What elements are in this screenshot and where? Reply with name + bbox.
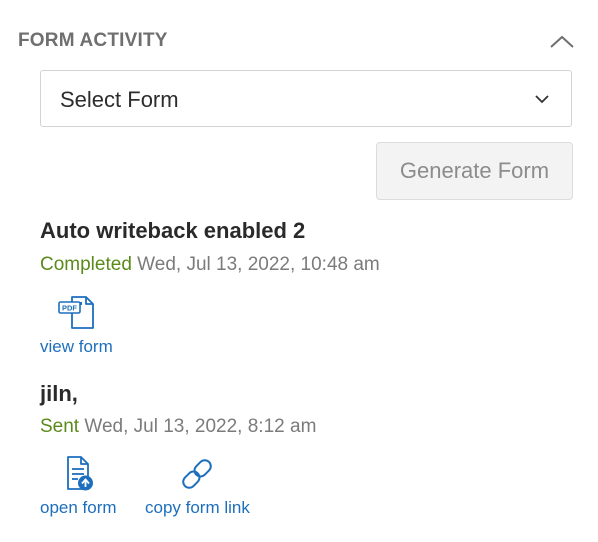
pdf-document-icon: PDF bbox=[56, 294, 96, 337]
copy-form-link-label: copy form link bbox=[145, 498, 250, 517]
copy-form-link[interactable]: copy form link bbox=[145, 455, 250, 518]
section-header: FORM ACTIVITY bbox=[18, 26, 580, 56]
activity-timestamp: Wed, Jul 13, 2022, 10:48 am bbox=[137, 254, 380, 275]
form-select-dropdown[interactable]: Select Form bbox=[40, 70, 572, 127]
open-form-label: open form bbox=[40, 498, 117, 517]
generate-form-button[interactable]: Generate Form bbox=[376, 142, 573, 200]
form-activity-panel: FORM ACTIVITY Select Form Generate Form … bbox=[0, 0, 598, 542]
activity-meta: Completed Wed, Jul 13, 2022, 10:48 am bbox=[40, 254, 380, 276]
activity-title: jiln, bbox=[40, 381, 78, 406]
view-form-link[interactable]: PDF view form bbox=[40, 294, 113, 357]
chevron-down-icon bbox=[533, 90, 551, 108]
form-select-value: Select Form bbox=[60, 87, 179, 112]
activity-title: Auto writeback enabled 2 bbox=[40, 218, 306, 243]
section-title: FORM ACTIVITY bbox=[18, 30, 168, 51]
chevron-up-icon[interactable] bbox=[548, 30, 576, 54]
link-icon bbox=[177, 455, 217, 498]
view-form-label: view form bbox=[40, 337, 113, 356]
activity-timestamp: Wed, Jul 13, 2022, 8:12 am bbox=[84, 416, 317, 437]
activity-status: Sent bbox=[40, 416, 80, 437]
activity-meta: Sent Wed, Jul 13, 2022, 8:12 am bbox=[40, 416, 316, 438]
activity-status: Completed bbox=[40, 254, 132, 275]
svg-text:PDF: PDF bbox=[62, 304, 77, 313]
document-upload-icon bbox=[59, 455, 97, 498]
open-form-link[interactable]: open form bbox=[40, 455, 117, 518]
